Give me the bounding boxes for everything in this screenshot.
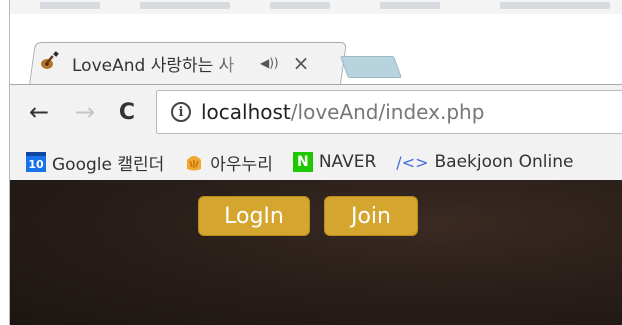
url-text[interactable]: localhost/loveAnd/index.php xyxy=(201,100,484,124)
browser-toolbar: ← → C i localhost/loveAnd/index.php xyxy=(10,84,622,144)
bookmark-baekjoon[interactable]: /<> Baekjoon Online xyxy=(396,152,573,172)
bookmark-label: NAVER xyxy=(318,152,377,172)
window-top-strip xyxy=(0,0,622,14)
close-icon[interactable]: × xyxy=(293,53,310,73)
tab-strip: LoveAnd 사랑하는 사 ◀)) × xyxy=(10,14,622,84)
back-arrow-icon[interactable]: ← xyxy=(24,97,54,127)
aunuri-icon xyxy=(184,152,204,172)
bookmark-label: 아우누리 xyxy=(210,154,273,175)
bookmark-aunuri[interactable]: 아우누리 xyxy=(184,150,273,175)
naver-icon: N xyxy=(292,152,313,172)
page-content: LogIn Join xyxy=(10,180,622,325)
bookmark-naver[interactable]: N NAVER xyxy=(292,152,377,172)
info-icon[interactable]: i xyxy=(171,102,191,122)
tab-title: LoveAnd 사랑하는 사 xyxy=(72,55,235,76)
calendar-icon: 10 xyxy=(26,152,46,172)
login-button[interactable]: LogIn xyxy=(198,196,310,236)
url-path: /loveAnd/index.php xyxy=(290,100,485,124)
bookmarks-bar: 10 Google 캘린더 아우누리 N NAVER /<> Baekjoon … xyxy=(10,144,622,180)
guitar-icon xyxy=(40,51,60,75)
browser-chrome: LoveAnd 사랑하는 사 ◀)) × ← → C i localhost/l… xyxy=(10,14,622,180)
address-bar[interactable]: i localhost/loveAnd/index.php xyxy=(156,90,622,134)
blurred-strip xyxy=(380,2,440,9)
active-tab-content: LoveAnd 사랑하는 사 ◀)) × xyxy=(40,48,330,78)
bookmark-label: Baekjoon Online xyxy=(434,152,574,172)
forward-arrow-icon[interactable]: → xyxy=(70,97,100,127)
join-button[interactable]: Join xyxy=(324,196,418,236)
speaker-icon[interactable]: ◀)) xyxy=(260,56,279,70)
blurred-strip xyxy=(40,2,100,9)
bookmark-google-calendar[interactable]: 10 Google 캘린더 xyxy=(26,150,164,175)
url-host: localhost xyxy=(201,100,291,124)
blurred-strip xyxy=(500,2,610,9)
bookmark-label: Google 캘린더 xyxy=(52,154,165,175)
new-tab-button[interactable] xyxy=(339,56,403,78)
window-left-frame xyxy=(0,0,10,325)
reload-icon[interactable]: C xyxy=(112,97,142,127)
blurred-strip xyxy=(140,2,230,9)
blurred-strip xyxy=(270,2,330,9)
code-icon: /<> xyxy=(396,152,429,172)
